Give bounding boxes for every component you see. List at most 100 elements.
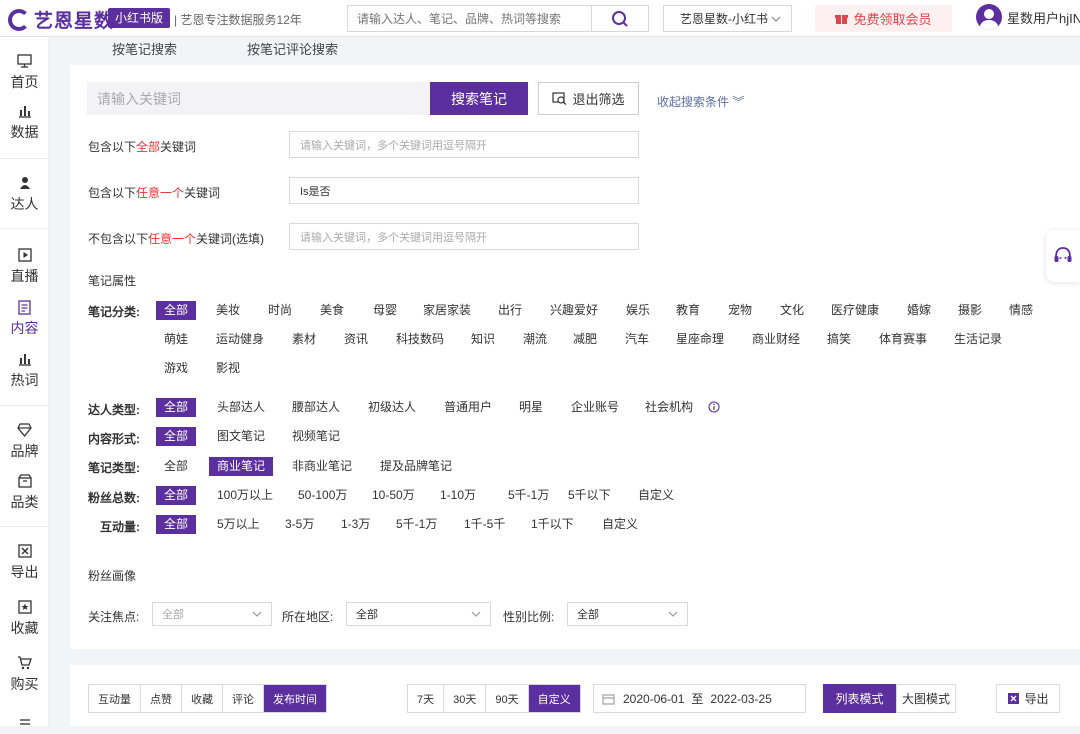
content-form-option[interactable]: 视频笔记 bbox=[284, 427, 348, 446]
category-option[interactable]: 出行 bbox=[490, 301, 530, 320]
list-mode-button[interactable]: 列表模式 bbox=[823, 684, 896, 713]
sort-option[interactable]: 点赞 bbox=[141, 685, 182, 712]
category-option[interactable]: 星座命理 bbox=[668, 330, 732, 349]
interaction-option[interactable]: 自定义 bbox=[594, 515, 646, 534]
sidebar-item-live[interactable]: 直播 bbox=[0, 247, 49, 286]
category-option[interactable]: 汽车 bbox=[617, 330, 657, 349]
interaction-option[interactable]: 1-3万 bbox=[333, 515, 378, 534]
customer-service-button[interactable] bbox=[1046, 230, 1080, 282]
tab-search-by-note[interactable]: 按笔记搜索 bbox=[112, 39, 177, 58]
sidebar-item-influencer[interactable]: 达人 bbox=[0, 175, 49, 214]
category-option[interactable]: 影视 bbox=[208, 359, 248, 378]
fans-total-option[interactable]: 1-10万 bbox=[432, 486, 484, 505]
category-option[interactable]: 萌娃 bbox=[156, 330, 196, 349]
content-form-option[interactable]: 全部 bbox=[156, 427, 197, 446]
sort-option[interactable]: 发布时间 bbox=[264, 685, 326, 712]
category-option[interactable]: 体育赛事 bbox=[871, 330, 935, 349]
global-search-input[interactable] bbox=[348, 6, 591, 31]
influencer-type-option[interactable]: 企业账号 bbox=[563, 398, 627, 417]
sort-option[interactable]: 互动量 bbox=[89, 685, 141, 712]
interaction-option[interactable]: 3-5万 bbox=[277, 515, 322, 534]
tab-search-by-note-comment[interactable]: 按笔记评论搜索 bbox=[247, 39, 338, 58]
range-option[interactable]: 90天 bbox=[486, 685, 529, 712]
influencer-type-option[interactable]: 普通用户 bbox=[436, 398, 500, 417]
sidebar-item-content[interactable]: 内容 bbox=[0, 299, 49, 338]
category-option[interactable]: 美妆 bbox=[208, 301, 248, 320]
exit-filter-button[interactable]: 退出筛选 bbox=[538, 82, 639, 115]
collapse-conditions-link[interactable]: 收起搜索条件 ︾ bbox=[657, 93, 744, 110]
fans-total-option[interactable]: 50-100万 bbox=[290, 486, 355, 505]
interaction-option[interactable]: 全部 bbox=[156, 515, 197, 534]
logo[interactable]: 艺恩星数 bbox=[8, 6, 114, 33]
sidebar-more[interactable] bbox=[0, 715, 49, 734]
include-any-keywords-input[interactable]: Is是否 bbox=[289, 177, 639, 204]
platform-select[interactable]: 艺恩星数-小红书 bbox=[663, 5, 792, 32]
category-option[interactable]: 资讯 bbox=[336, 330, 376, 349]
focus-select[interactable]: 全部 bbox=[152, 602, 272, 626]
influencer-type-option[interactable]: 腰部达人 bbox=[284, 398, 348, 417]
influencer-type-option[interactable]: 初级达人 bbox=[360, 398, 424, 417]
sidebar-item-brand[interactable]: 品牌 bbox=[0, 422, 49, 461]
category-option[interactable]: 教育 bbox=[668, 301, 708, 320]
sidebar-item-favorites[interactable]: 收藏 bbox=[0, 599, 49, 638]
category-option[interactable]: 科技数码 bbox=[388, 330, 452, 349]
edition-badge[interactable]: 小红书版 bbox=[108, 8, 171, 28]
sort-option[interactable]: 收藏 bbox=[182, 685, 223, 712]
sidebar-item-home[interactable]: 首页 bbox=[0, 53, 49, 92]
category-option[interactable]: 减肥 bbox=[565, 330, 605, 349]
note-type-option[interactable]: 非商业笔记 bbox=[284, 457, 360, 476]
exclude-keywords-input[interactable]: 请输入关键词，多个关键词用逗号隔开 bbox=[289, 223, 639, 250]
fans-total-option[interactable]: 100万以上 bbox=[209, 486, 281, 505]
category-option[interactable]: 文化 bbox=[772, 301, 812, 320]
fans-total-option[interactable]: 全部 bbox=[156, 486, 197, 505]
category-option[interactable]: 兴趣爱好 bbox=[542, 301, 606, 320]
note-type-option[interactable]: 商业笔记 bbox=[209, 457, 274, 476]
category-option[interactable]: 知识 bbox=[463, 330, 503, 349]
sort-option[interactable]: 评论 bbox=[223, 685, 264, 712]
fans-total-option[interactable]: 自定义 bbox=[630, 486, 682, 505]
category-option[interactable]: 家居家装 bbox=[415, 301, 479, 320]
search-button[interactable] bbox=[591, 6, 648, 31]
region-select[interactable]: 全部 bbox=[346, 602, 491, 626]
category-option[interactable]: 游戏 bbox=[156, 359, 196, 378]
interaction-option[interactable]: 1千-5千 bbox=[456, 515, 513, 534]
category-option[interactable]: 情感 bbox=[1001, 301, 1041, 320]
range-option[interactable]: 7天 bbox=[408, 685, 445, 712]
export-button[interactable]: 导出 bbox=[996, 684, 1060, 713]
interaction-option[interactable]: 5万以上 bbox=[209, 515, 268, 534]
user-menu[interactable]: 星数用户hjIN bbox=[976, 4, 1080, 30]
date-range-picker[interactable]: 2020-06-01 至 2022-03-25 bbox=[593, 684, 806, 713]
range-option[interactable]: 30天 bbox=[444, 685, 487, 712]
grid-mode-button[interactable]: 大图模式 bbox=[896, 684, 956, 713]
keyword-input[interactable]: 请输入关键词 bbox=[87, 82, 430, 115]
interaction-option[interactable]: 5千-1万 bbox=[388, 515, 445, 534]
category-option[interactable]: 商业财经 bbox=[744, 330, 808, 349]
category-option[interactable]: 婚嫁 bbox=[899, 301, 939, 320]
category-option[interactable]: 搞笑 bbox=[819, 330, 859, 349]
note-type-option[interactable]: 提及品牌笔记 bbox=[372, 457, 460, 476]
category-option[interactable]: 宠物 bbox=[720, 301, 760, 320]
category-option[interactable]: 母婴 bbox=[365, 301, 405, 320]
gender-select[interactable]: 全部 bbox=[567, 602, 688, 626]
fans-total-option[interactable]: 10-50万 bbox=[364, 486, 423, 505]
sidebar-item-export[interactable]: 导出 bbox=[0, 543, 49, 582]
search-notes-button[interactable]: 搜索笔记 bbox=[430, 82, 528, 115]
free-vip-button[interactable]: 免费领取会员 bbox=[815, 5, 952, 32]
category-option[interactable]: 时尚 bbox=[260, 301, 300, 320]
category-option[interactable]: 全部 bbox=[156, 301, 197, 320]
category-option[interactable]: 摄影 bbox=[950, 301, 990, 320]
info-icon[interactable] bbox=[708, 401, 720, 413]
category-option[interactable]: 素材 bbox=[284, 330, 324, 349]
category-option[interactable]: 生活记录 bbox=[946, 330, 1010, 349]
category-option[interactable]: 运动健身 bbox=[208, 330, 272, 349]
category-option[interactable]: 医疗健康 bbox=[823, 301, 887, 320]
category-option[interactable]: 潮流 bbox=[515, 330, 555, 349]
sidebar-item-hotwords[interactable]: 热词 bbox=[0, 351, 49, 390]
range-option[interactable]: 自定义 bbox=[528, 685, 580, 712]
include-all-keywords-input[interactable]: 请输入关键词，多个关键词用逗号隔开 bbox=[289, 131, 639, 158]
sidebar-item-data[interactable]: 数据 bbox=[0, 103, 49, 142]
category-option[interactable]: 娱乐 bbox=[618, 301, 658, 320]
influencer-type-option[interactable]: 全部 bbox=[156, 398, 197, 417]
fans-total-option[interactable]: 5千-1万 bbox=[500, 486, 557, 505]
content-form-option[interactable]: 图文笔记 bbox=[209, 427, 273, 446]
